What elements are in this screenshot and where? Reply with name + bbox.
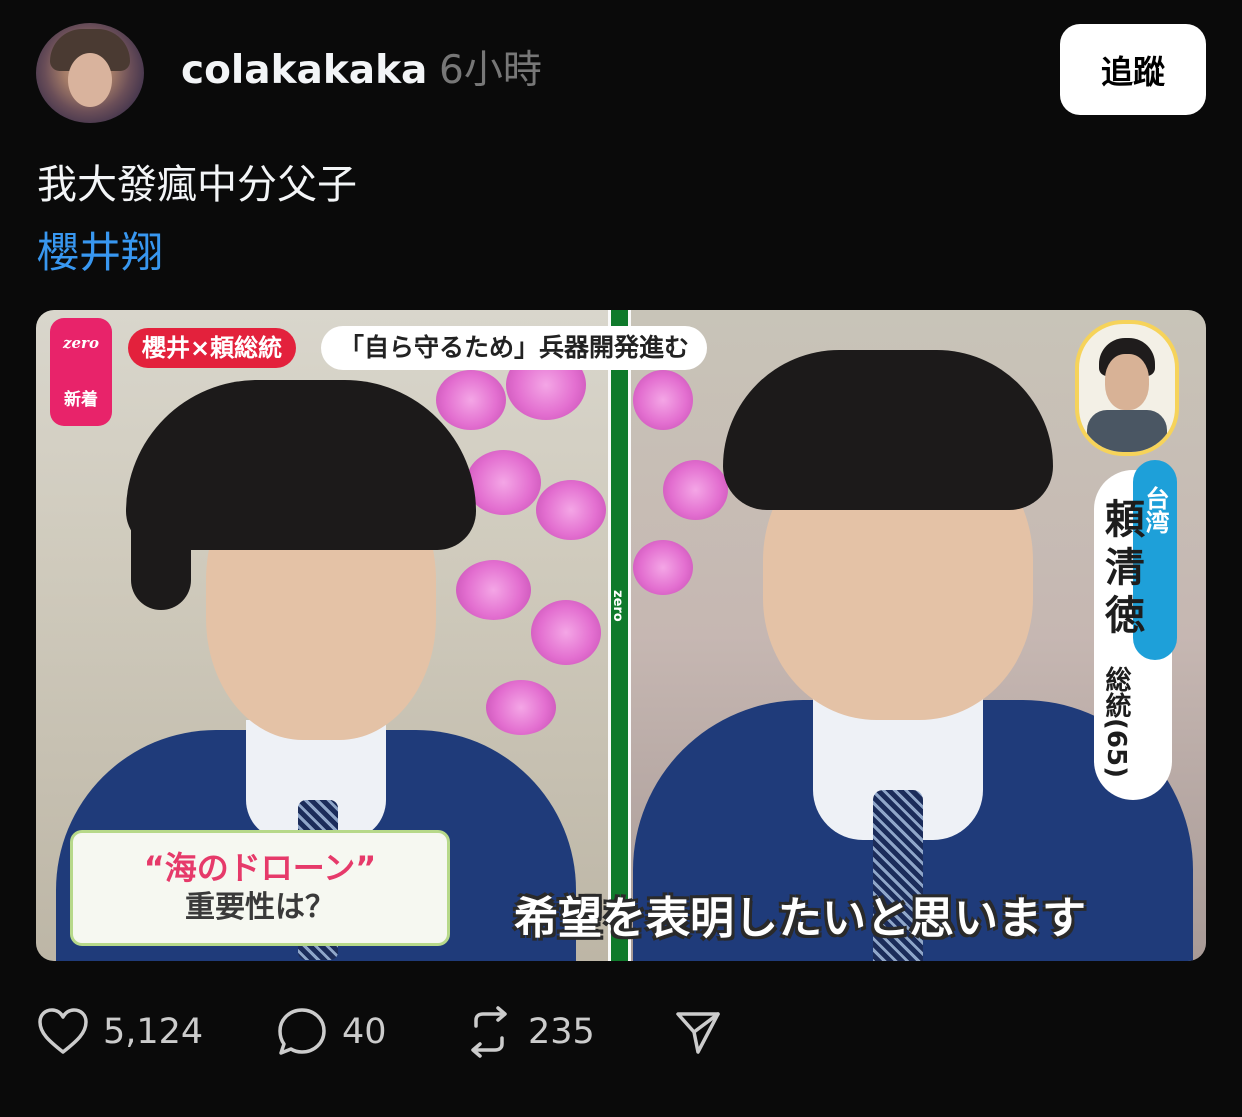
- orchid-flower: [663, 460, 728, 520]
- orchid-flower: [486, 680, 556, 735]
- orchid-flower: [436, 370, 506, 430]
- question-caption: “海のドローン” 重要性は？: [70, 830, 450, 946]
- reply-button[interactable]: 40: [276, 1004, 387, 1060]
- hair: [131, 490, 191, 610]
- presenter-inset: [1075, 320, 1179, 456]
- like-count: 5,124: [103, 1012, 204, 1052]
- reply-count: 40: [342, 1012, 387, 1052]
- orchid-flower: [536, 480, 606, 540]
- post-media-image[interactable]: zero zero 新着 櫻井×頼総統 「自ら守るため」兵器開発進む 台湾 頼清…: [36, 310, 1206, 961]
- inset-face: [1105, 354, 1149, 410]
- post-text: 我大發瘋中分父子: [37, 162, 357, 208]
- repost-icon: [471, 1006, 507, 1058]
- post-card: colakakaka 6小時 追蹤 我大發瘋中分父子 櫻井翔 zero zero…: [0, 0, 1242, 1117]
- avatar[interactable]: [36, 23, 144, 123]
- comment-icon: [278, 1008, 326, 1055]
- speaker-title: 総統(65): [1101, 666, 1131, 778]
- share-button[interactable]: [674, 1004, 722, 1060]
- follow-button[interactable]: 追蹤: [1060, 24, 1206, 115]
- question-line-1: “海のドローン”: [143, 849, 377, 887]
- orchid-flower: [466, 450, 541, 515]
- orchid-flower: [456, 560, 531, 620]
- repost-button[interactable]: 235: [464, 1004, 595, 1060]
- share-icon: [676, 1012, 720, 1054]
- orchid-flower: [633, 370, 693, 430]
- headline-label: 「自ら守るため」兵器開発進む: [321, 326, 708, 370]
- orchid-flower: [633, 540, 693, 595]
- hair: [723, 350, 1053, 510]
- subtitle: 希望を表明したいと思います: [514, 893, 1086, 944]
- topic-label: 櫻井×頼総統: [128, 328, 297, 368]
- timestamp: 6小時: [439, 48, 542, 93]
- split-divider: [608, 310, 631, 961]
- inset-suit: [1087, 410, 1167, 452]
- speaker-name: 頼清徳: [1098, 498, 1144, 642]
- orchid-flower: [531, 600, 601, 665]
- divider-logo: zero: [610, 590, 625, 622]
- like-button[interactable]: 5,124: [37, 1004, 203, 1060]
- logo-text: zero: [63, 334, 99, 353]
- avatar-face: [68, 53, 112, 107]
- repost-count: 235: [528, 1012, 595, 1052]
- heart-icon: [38, 1008, 88, 1054]
- tag-link[interactable]: 櫻井翔: [37, 227, 163, 279]
- new-badge: 新着: [64, 389, 98, 410]
- username[interactable]: colakakaka: [181, 48, 427, 94]
- channel-logo: zero 新着: [50, 318, 112, 426]
- question-line-2: 重要性は？: [185, 890, 335, 925]
